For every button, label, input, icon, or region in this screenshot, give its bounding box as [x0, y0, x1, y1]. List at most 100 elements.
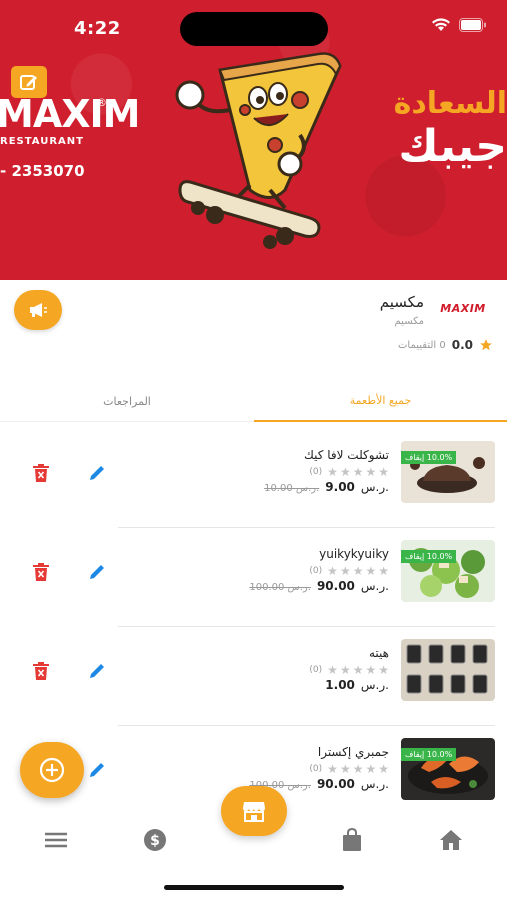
- list-divider: [118, 725, 495, 726]
- old-price: 100.00 ر.س.: [249, 582, 311, 593]
- food-rating: (0) ★ ★ ★ ★ ★: [309, 565, 389, 577]
- add-food-button[interactable]: [20, 742, 84, 798]
- new-price: 90.00: [316, 777, 355, 791]
- food-rating: (0) ★ ★ ★ ★ ★: [309, 664, 389, 676]
- restaurant-rating: 0 التقييمات 0.0: [398, 338, 493, 352]
- rating-star-icon: ★: [339, 564, 351, 578]
- rating-star-icon: ★: [378, 564, 389, 578]
- food-rating: (0) ★ ★ ★ ★ ★: [309, 466, 389, 478]
- food-price: 100.00 ر.س. 90.00 ر.س.: [249, 579, 389, 593]
- new-price: 90.00: [316, 579, 355, 593]
- rating-star-icon: ★: [352, 663, 364, 677]
- food-image: 10.0% إيقاف: [401, 738, 495, 800]
- discount-badge: 10.0% إيقاف: [401, 451, 457, 464]
- price-currency: ر.س.: [360, 678, 389, 692]
- food-name: تشوكلت لافا كيك: [303, 448, 389, 462]
- pencil-icon: [90, 565, 104, 579]
- rating-star-icon: ★: [378, 465, 389, 479]
- dollar-icon: $: [144, 829, 166, 851]
- food-tabs: المراجعات جميع الأطعمة: [0, 380, 507, 422]
- edit-food-button[interactable]: [86, 561, 108, 583]
- bag-icon: [343, 828, 361, 851]
- food-name: هيته: [368, 646, 389, 660]
- rating-star-icon: ★: [339, 663, 351, 677]
- tab-reviews[interactable]: المراجعات: [0, 380, 254, 422]
- rating-star-icon: ★: [365, 465, 377, 479]
- nav-home[interactable]: [437, 826, 465, 854]
- status-icons: [431, 18, 487, 32]
- discount-badge: 10.0% إيقاف: [401, 748, 457, 761]
- banner-logo-text: MAXIM: [0, 92, 140, 136]
- rating-star-icon: ★: [365, 762, 377, 776]
- delete-food-button[interactable]: [31, 462, 51, 484]
- trash-icon: [33, 464, 49, 482]
- food-rating-count: (0): [309, 566, 323, 576]
- home-indicator: [164, 885, 344, 890]
- nav-menu[interactable]: [42, 826, 70, 854]
- food-price: 10.00 ر.س. 9.00 ر.س.: [264, 480, 389, 494]
- edit-food-button[interactable]: [86, 462, 108, 484]
- food-list-item[interactable]: 10.0% إيقاف yuikykyuiky (0) ★ ★ ★ ★ ★ 100.00…: [0, 529, 507, 627]
- restaurant-banner: 4:22 MAXIM ® RESTAURANT - 2353070 السعاد…: [0, 0, 507, 280]
- keychains-image: [401, 639, 495, 701]
- restaurant-logo-text: MAXIM: [440, 302, 486, 315]
- banner-phone: - 2353070: [0, 162, 85, 180]
- food-rating-count: (0): [309, 764, 323, 774]
- plus-circle-icon: [39, 757, 65, 783]
- restaurant-logo: MAXIM: [436, 294, 490, 328]
- restaurant-subtitle: مكسيم: [394, 316, 424, 327]
- home-icon: [440, 830, 462, 850]
- rating-star-icon: ★: [352, 762, 364, 776]
- list-divider: [118, 626, 495, 627]
- food-name: yuikykyuiky: [319, 547, 389, 561]
- food-image: [401, 639, 495, 701]
- rating-star-icon: ★: [365, 564, 377, 578]
- megaphone-icon: [30, 303, 47, 317]
- food-rating: (0) ★ ★ ★ ★ ★: [309, 763, 389, 775]
- food-list-item[interactable]: 10.0% إيقاف تشوكلت لافا كيك (0) ★ ★ ★ ★ ★ 10…: [0, 430, 507, 528]
- delete-food-button[interactable]: [31, 660, 51, 682]
- price-currency: ر.س.: [360, 579, 389, 593]
- tab-all-foods[interactable]: جميع الأطعمة: [254, 380, 507, 422]
- nav-orders[interactable]: [338, 826, 366, 854]
- rating-value: 0.0: [451, 338, 473, 352]
- wifi-icon: [432, 18, 450, 31]
- pizza-mascot-illustration: [175, 52, 342, 249]
- banner-headline-line2: جيبك: [398, 121, 507, 172]
- edit-square-icon: [20, 75, 37, 90]
- banner-logo-sub: RESTAURANT: [0, 136, 84, 147]
- delete-food-button[interactable]: [31, 561, 51, 583]
- nav-payments[interactable]: $: [141, 826, 169, 854]
- rating-star-icon: ★: [327, 465, 338, 479]
- food-image: 10.0% إيقاف: [401, 540, 495, 602]
- rating-star-icon: ★: [327, 564, 338, 578]
- edit-banner-button[interactable]: [11, 66, 47, 98]
- banner-headline-line1: السعادة: [393, 86, 507, 121]
- rating-star-icon: ★: [365, 663, 377, 677]
- old-price: 10.00 ر.س.: [264, 483, 320, 494]
- food-rating-count: (0): [309, 665, 323, 675]
- food-image: 10.0% إيقاف: [401, 441, 495, 503]
- registered-mark: ®: [96, 96, 107, 109]
- star-icon: [480, 339, 492, 351]
- price-currency: ر.س.: [360, 777, 389, 791]
- rating-star-icon: ★: [378, 762, 389, 776]
- banner-headline: السعادة جيبك: [394, 86, 507, 172]
- pencil-icon: [90, 664, 104, 678]
- food-list-item[interactable]: هيته (0) ★ ★ ★ ★ ★ 1.00 ر.س.: [0, 628, 507, 726]
- rating-star-icon: ★: [352, 564, 364, 578]
- new-price: 1.00: [325, 678, 355, 692]
- trash-icon: [33, 563, 49, 581]
- rating-star-icon: ★: [339, 465, 351, 479]
- trash-icon: [33, 662, 49, 680]
- edit-food-button[interactable]: [86, 759, 108, 781]
- ratings-count: 0 التقييمات: [398, 339, 446, 351]
- price-currency: ر.س.: [360, 480, 389, 494]
- food-rating-count: (0): [309, 467, 323, 477]
- announcement-button[interactable]: [14, 290, 62, 330]
- menu-icon: [45, 832, 67, 848]
- edit-food-button[interactable]: [86, 660, 108, 682]
- food-price: 1.00 ر.س.: [325, 678, 389, 692]
- new-price: 9.00: [325, 480, 355, 494]
- rating-star-icon: ★: [327, 663, 338, 677]
